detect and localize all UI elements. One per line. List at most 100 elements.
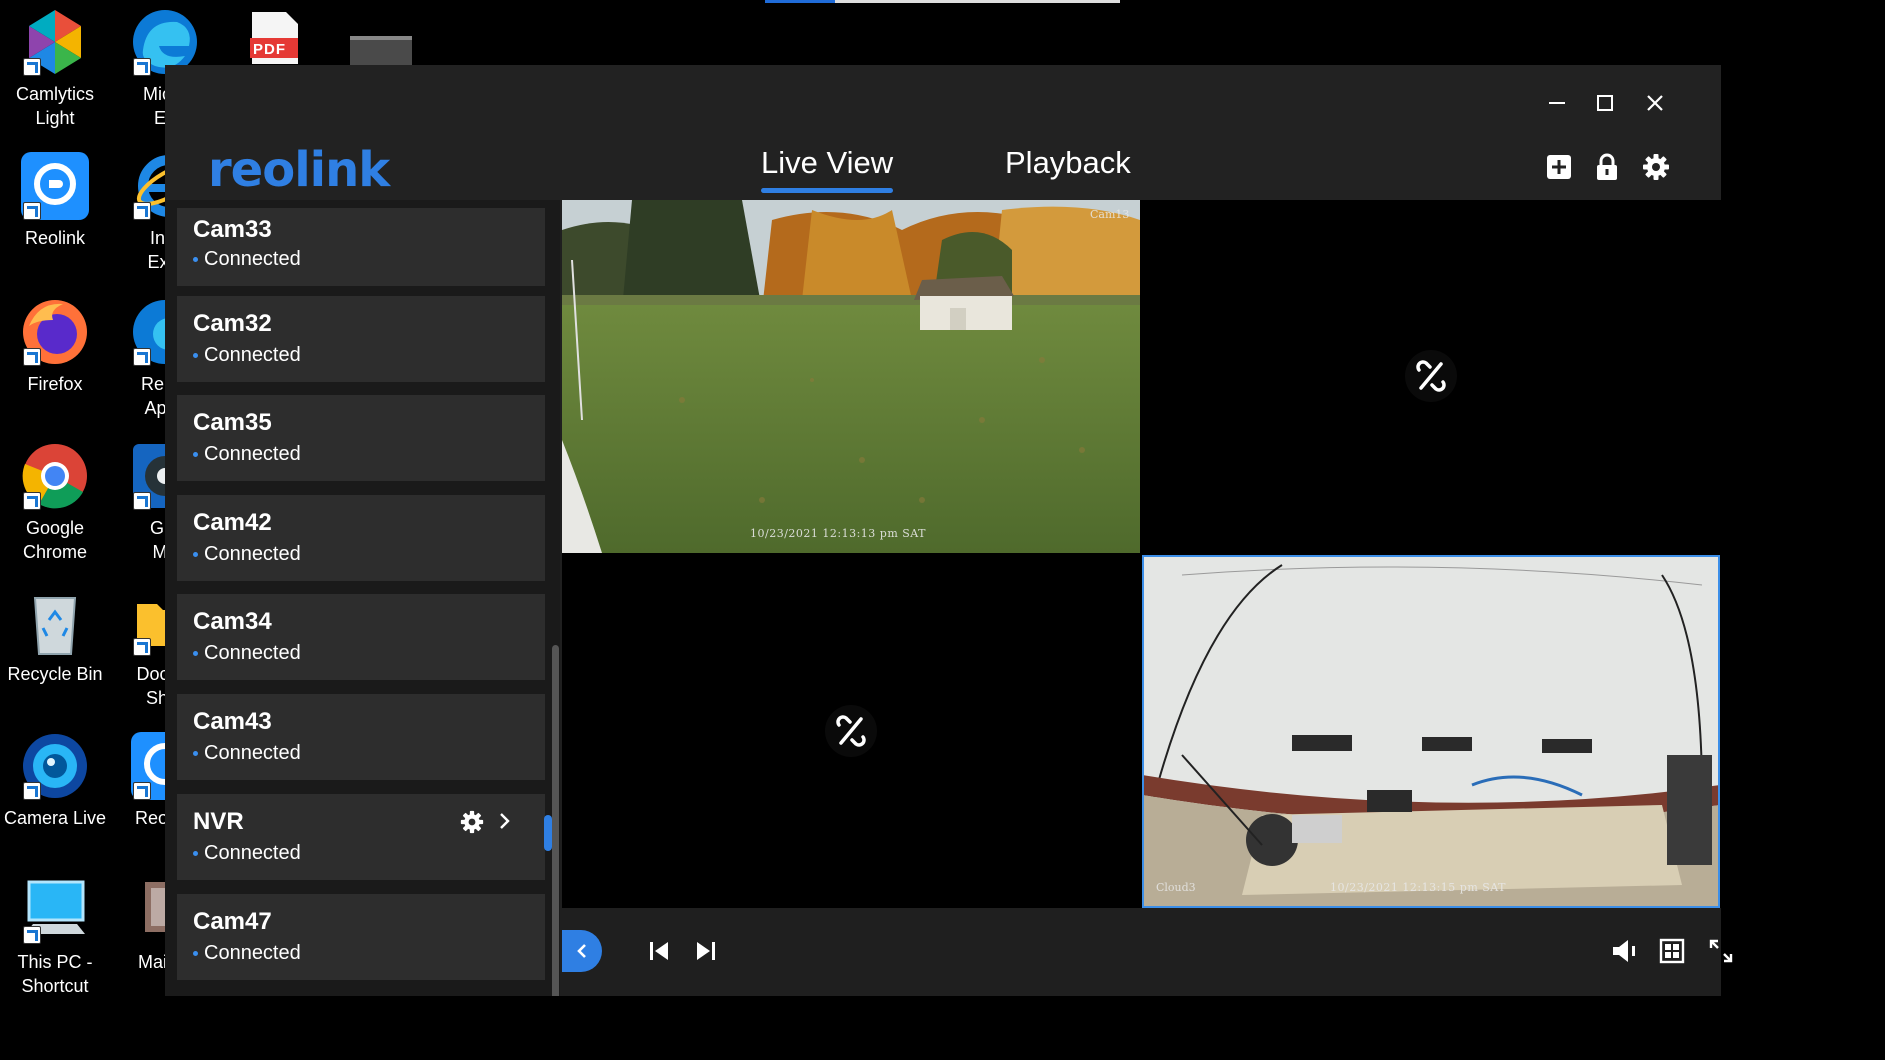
device-list-scrollbar[interactable]	[552, 645, 559, 996]
device-status: Connected	[193, 942, 301, 965]
status-dot	[193, 651, 198, 657]
camera-live-icon	[19, 730, 91, 802]
collapse-sidebar-button[interactable]	[562, 930, 602, 972]
chevron-left-icon	[577, 944, 586, 958]
reolink-desktop-icon	[19, 150, 91, 222]
next-button[interactable]	[689, 934, 723, 968]
previous-button[interactable]	[642, 934, 676, 968]
device-list[interactable]: Cam33 Connected Cam32 Connected Cam35 Co…	[165, 200, 560, 996]
device-status: Connected	[193, 344, 301, 367]
device-name: Cam34	[193, 608, 272, 635]
firefox-icon	[19, 296, 91, 368]
tab-playback[interactable]: Playback	[1005, 145, 1131, 181]
camera-feed-boat	[1142, 555, 1720, 908]
desktop-icon-label: Recycle Bin	[7, 664, 103, 684]
video-pane-2[interactable]	[1142, 200, 1720, 553]
desktop-icon-camlytics[interactable]: Camlytics Light	[0, 6, 110, 130]
desktop-icon-label: Light	[35, 108, 75, 128]
desktop-icon-recycle-bin[interactable]: Recycle Bin	[0, 586, 110, 686]
video-pane-4-selected[interactable]: Cloud3 10/23/2021 12:13:15 pm SAT	[1142, 555, 1720, 908]
camera-timestamp: 10/23/2021 12:13:15 pm SAT	[1330, 881, 1506, 894]
minimize-button[interactable]	[1537, 83, 1577, 123]
device-name: Cam42	[193, 509, 272, 536]
status-dot	[193, 552, 198, 558]
camera-label: Cam13	[1090, 208, 1130, 221]
maximize-icon	[1597, 95, 1613, 111]
grid-layout-icon	[1659, 938, 1685, 964]
desktop-icon-label: Camera Live	[3, 808, 107, 828]
desktop-icon-label: Camlytics	[15, 84, 94, 104]
camlytics-icon	[19, 6, 91, 78]
device-item-cam34[interactable]: Cam34 Connected	[177, 594, 545, 680]
fullscreen-button[interactable]	[1704, 934, 1738, 968]
device-name: Cam33	[193, 216, 272, 243]
video-pane-3[interactable]	[562, 555, 1140, 908]
skip-next-icon	[697, 942, 715, 960]
desktop-icon-camera-live[interactable]: Camera Live	[0, 730, 110, 830]
device-item-cam32[interactable]: Cam32 Connected	[177, 296, 545, 382]
video-pane-1[interactable]: Cam13 10/23/2021 12:13:13 pm SAT	[562, 200, 1140, 553]
desktop-icon-label: Firefox	[27, 374, 83, 394]
layout-button[interactable]	[1655, 934, 1689, 968]
top-progress-bar	[765, 0, 1120, 3]
add-icon	[1547, 155, 1571, 179]
chevron-right-icon	[500, 813, 510, 829]
nvr-settings-button[interactable]	[460, 810, 484, 834]
device-status: Connected	[193, 842, 301, 865]
device-item-cam43[interactable]: Cam43 Connected	[177, 694, 545, 780]
title-bar: reolink Live View Playback	[165, 65, 1721, 200]
device-status: Connected	[193, 248, 301, 271]
device-name: NVR	[193, 808, 244, 835]
device-status: Connected	[193, 642, 301, 665]
minimize-icon	[1549, 102, 1565, 104]
chrome-icon	[19, 440, 91, 512]
volume-button[interactable]	[1607, 934, 1641, 968]
maximize-button[interactable]	[1585, 83, 1625, 123]
device-status: Connected	[193, 543, 301, 566]
device-item-cam42[interactable]: Cam42 Connected	[177, 495, 545, 581]
tab-live-view[interactable]: Live View	[761, 145, 894, 193]
device-item-nvr[interactable]: NVR Connected	[177, 794, 552, 880]
camera-label: Cloud3	[1156, 881, 1196, 894]
device-item-cam35[interactable]: Cam35 Connected	[177, 395, 545, 481]
gear-icon	[460, 810, 484, 834]
device-name: Cam32	[193, 310, 272, 337]
device-name: Cam35	[193, 409, 272, 436]
skip-previous-icon	[650, 942, 668, 960]
desktop-icon-label: Chrome	[22, 542, 88, 562]
reolink-client-window: reolink Live View Playback Cam33 Connect…	[165, 65, 1733, 996]
add-device-button[interactable]	[1542, 150, 1576, 184]
desktop-icon-label: Reolink	[24, 228, 86, 248]
device-status: Connected	[193, 443, 301, 466]
desktop-icon-video-thumbnail[interactable]	[350, 36, 412, 68]
desktop-icon-label: Google	[25, 518, 85, 538]
pdf-icon-label: PDF	[253, 41, 286, 58]
status-dot	[193, 257, 198, 263]
camera-timestamp: 10/23/2021 12:13:13 pm SAT	[750, 527, 926, 540]
disconnected-link-icon	[825, 705, 877, 757]
settings-button[interactable]	[1639, 150, 1673, 184]
speaker-icon	[1613, 940, 1635, 962]
status-dot	[193, 353, 198, 359]
desktop-icon-firefox[interactable]: Firefox	[0, 296, 110, 396]
desktop-icon-label: This PC -	[17, 952, 93, 972]
recycle-bin-icon	[19, 586, 91, 658]
desktop-icon-this-pc[interactable]: This PC - Shortcut	[0, 874, 110, 998]
this-pc-icon	[19, 874, 91, 946]
desktop-icon-reolink[interactable]: Reolink	[0, 150, 110, 250]
close-button[interactable]	[1635, 83, 1675, 123]
desktop-icon-pdf[interactable]: PDF	[248, 10, 300, 66]
device-item-cam33[interactable]: Cam33 Connected	[177, 208, 545, 286]
reolink-logo: reolink	[208, 142, 390, 198]
device-status: Connected	[193, 742, 301, 765]
device-name: Cam47	[193, 908, 272, 935]
device-item-cam47[interactable]: Cam47 Connected	[177, 894, 545, 980]
status-dot	[193, 751, 198, 757]
fullscreen-icon	[1709, 939, 1733, 963]
playback-control-bar	[562, 908, 1733, 996]
status-dot	[193, 452, 198, 458]
desktop-icon-chrome[interactable]: Google Chrome	[0, 440, 110, 564]
nvr-expand-button[interactable]	[497, 810, 517, 834]
lock-button[interactable]	[1590, 150, 1624, 184]
lock-icon	[1597, 153, 1617, 180]
